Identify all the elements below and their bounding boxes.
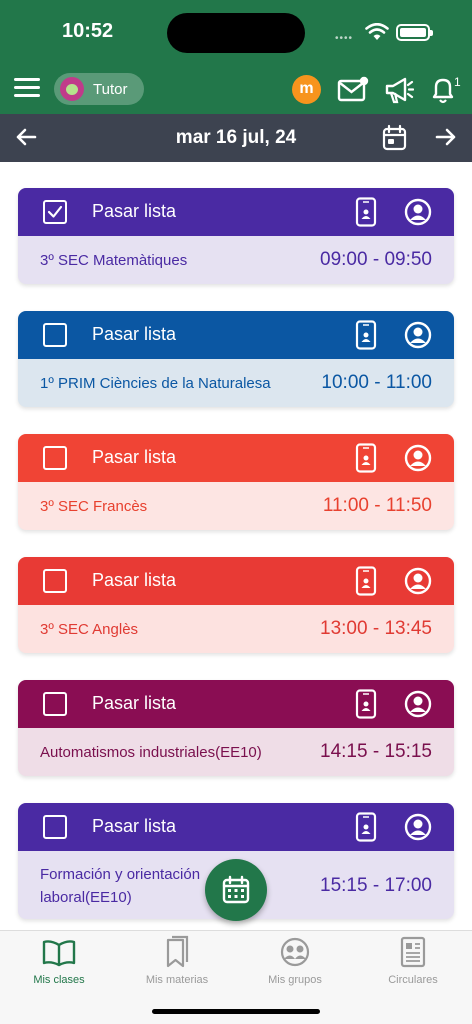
tab-mis-grupos[interactable]: Mis grupos (236, 935, 354, 986)
bell-icon[interactable]: 1 (429, 74, 463, 106)
attendance-checkbox[interactable] (43, 815, 67, 839)
card-body[interactable]: 1º PRIM Ciències de la Naturalesa 10:00 -… (18, 359, 454, 407)
book-open-icon (42, 940, 76, 967)
subject-name: 3º SEC Francès (40, 498, 148, 515)
home-indicator (152, 1009, 320, 1014)
status-bar: 10:52 •••• (0, 0, 472, 64)
pasar-lista-label: Pasar lista (92, 816, 177, 836)
card-header: Pasar lista (18, 680, 454, 728)
card-body[interactable]: Automatismos industriales(EE10) 14:15 - 1… (18, 728, 454, 776)
class-time: 11:00 - 11:50 (322, 495, 432, 516)
user-circle-icon[interactable] (404, 567, 432, 595)
owl-avatar-icon (60, 77, 84, 101)
card-body[interactable]: 3º SEC Francès 11:00 - 11:50 (18, 482, 454, 530)
role-chip[interactable]: Tutor (54, 73, 144, 105)
tab-circulares[interactable]: Circulares (354, 935, 472, 986)
class-card[interactable]: Pasar lista 3º SEC Matemàtiques 09:00 - 09… (18, 188, 454, 284)
pasar-lista-label: Pasar lista (92, 447, 177, 467)
card-body[interactable]: 3º SEC Anglès 13:00 - 13:45 (18, 605, 454, 653)
class-card[interactable]: Pasar lista 3º SEC Anglès 13:00 - 13:45 (18, 557, 454, 653)
attendance-checkbox[interactable] (43, 692, 67, 716)
calendar-icon (222, 875, 250, 904)
user-circle-icon[interactable] (404, 198, 432, 226)
phone-icon[interactable] (355, 566, 377, 596)
class-card[interactable]: Pasar lista 3º SEC Francès 11:00 - 11:50 (18, 434, 454, 530)
megaphone-icon[interactable] (384, 75, 414, 105)
class-time: 13:00 - 13:45 (320, 618, 432, 639)
attendance-checkbox[interactable] (43, 200, 67, 224)
class-time: 15:15 - 17:00 (320, 875, 432, 896)
pasar-lista-label: Pasar lista (92, 324, 177, 344)
subject-name: 3º SEC Anglès (40, 621, 139, 638)
camera-notch (167, 13, 305, 53)
card-header: Pasar lista (18, 311, 454, 359)
role-chip-label: Tutor (93, 80, 128, 98)
card-body[interactable]: 3º SEC Matemàtiques 09:00 - 09:50 (18, 236, 454, 284)
attendance-checkbox[interactable] (43, 569, 67, 593)
subject-name: 3º SEC Matemàtiques (40, 252, 188, 269)
battery-icon (396, 24, 433, 41)
card-header: Pasar lista (18, 557, 454, 605)
tab-mis-materias[interactable]: Mis materias (118, 935, 236, 986)
pasar-lista-label: Pasar lista (92, 570, 177, 590)
phone-icon[interactable] (355, 443, 377, 473)
calendar-icon[interactable] (382, 124, 408, 152)
bell-badge: 1 (454, 75, 461, 89)
attendance-checkbox[interactable] (43, 446, 67, 470)
tab-mis-clases[interactable]: Mis clases (0, 935, 118, 986)
pasar-lista-label: Pasar lista (92, 201, 177, 221)
class-time: 10:00 - 11:00 (321, 372, 432, 393)
phone-icon[interactable] (355, 320, 377, 350)
mail-icon[interactable] (337, 76, 369, 104)
subject-name: Formación y orientación laboral(EE10) (40, 866, 201, 906)
cellular-signal-icon: •••• (335, 33, 354, 44)
moodle-icon[interactable]: m (292, 75, 321, 104)
user-circle-icon[interactable] (404, 444, 432, 472)
pasar-lista-label: Pasar lista (92, 693, 177, 713)
subject-name: Automatismos industriales(EE10) (40, 744, 262, 761)
phone-icon[interactable] (355, 689, 377, 719)
user-circle-icon[interactable] (404, 690, 432, 718)
menu-icon[interactable] (14, 78, 40, 100)
calendar-fab[interactable] (205, 859, 267, 921)
wifi-icon (365, 23, 389, 40)
class-card[interactable]: Pasar lista Automatismos industriales(EE1… (18, 680, 454, 776)
group-icon (280, 937, 310, 967)
newspaper-icon (400, 936, 426, 968)
user-circle-icon[interactable] (404, 813, 432, 841)
status-time: 10:52 (62, 20, 114, 42)
bookmark-icon (166, 935, 189, 968)
attendance-checkbox[interactable] (43, 323, 67, 347)
app-bar: Tutor m 1 (0, 64, 472, 114)
phone-icon[interactable] (355, 812, 377, 842)
class-time: 09:00 - 09:50 (320, 249, 432, 270)
subject-name: 1º PRIM Ciències de la Naturalesa (40, 375, 271, 392)
card-header: Pasar lista (18, 434, 454, 482)
class-time: 14:15 - 15:15 (320, 741, 432, 762)
card-header: Pasar lista (18, 188, 454, 236)
phone-icon[interactable] (355, 197, 377, 227)
class-card[interactable]: Pasar lista 1º PRIM Ciències de la Natura… (18, 311, 454, 407)
user-circle-icon[interactable] (404, 321, 432, 349)
card-header: Pasar lista (18, 803, 454, 851)
date-navigation: mar 16 jul, 24 (0, 114, 472, 162)
arrow-right-icon[interactable] (434, 125, 458, 149)
